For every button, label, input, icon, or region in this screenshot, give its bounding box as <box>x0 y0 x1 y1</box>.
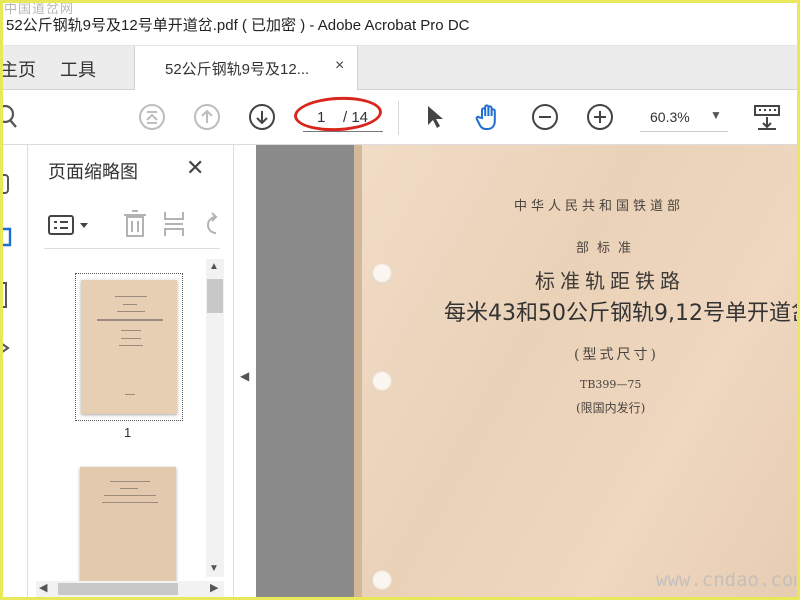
panel-title: 页面缩略图 <box>48 162 138 182</box>
window-title: 52公斤钢轨9号及12号单开道岔.pdf ( 已加密 ) - Adobe Acr… <box>6 17 470 34</box>
zoom-value: 60.3% <box>650 109 690 125</box>
toolbar-divider <box>398 101 399 135</box>
horizontal-scroll-thumb[interactable] <box>58 583 178 595</box>
search-icon[interactable] <box>0 102 24 132</box>
tab-home[interactable]: 主页 <box>0 56 36 82</box>
thumbnail-page-number: 1 <box>124 425 132 440</box>
pdf-page: 中华人民共和国铁道部 部标准 标准轨距铁路 每米43和50公斤钢轨9,12号单开… <box>354 145 800 600</box>
watermark-bottom-right: www.cndao.com <box>656 569 800 591</box>
document-viewer[interactable]: 中华人民共和国铁道部 部标准 标准轨距铁路 每米43和50公斤钢轨9,12号单开… <box>256 145 800 600</box>
first-page-icon[interactable] <box>137 102 167 132</box>
punch-hole <box>372 263 392 283</box>
doc-line-gauge: 标准轨距铁路 <box>535 269 685 293</box>
scroll-left-icon[interactable]: ◀ <box>39 581 47 594</box>
rotate-page-icon[interactable] <box>202 209 222 244</box>
prev-page-icon[interactable] <box>192 102 222 132</box>
tab-tools[interactable]: 工具 <box>60 56 96 82</box>
title-bar: 52公斤钢轨9号及12号单开道岔.pdf ( 已加密 ) - Adobe Acr… <box>0 0 800 46</box>
thumbnail-horizontal-scrollbar[interactable]: ◀ ▶ <box>36 581 224 597</box>
close-panel-icon[interactable]: ✕ <box>186 155 204 181</box>
thumbnail-toolbar <box>44 203 220 249</box>
next-page-icon[interactable] <box>247 102 277 132</box>
doc-title: 每米43和50公斤钢轨9,12号单开道岔 <box>444 301 800 326</box>
zoom-dropdown[interactable]: 60.3% ▼ <box>640 108 728 132</box>
doc-code: TB399—75 <box>580 378 642 391</box>
thumbnail-page-2[interactable] <box>80 467 176 585</box>
delete-page-icon[interactable] <box>122 209 148 244</box>
close-tab-icon[interactable]: × <box>335 57 344 75</box>
page-edge <box>354 145 362 600</box>
navigation-icons[interactable] <box>0 145 28 405</box>
punch-hole <box>372 570 392 590</box>
left-navigation-strip <box>0 145 28 600</box>
zoom-out-icon[interactable] <box>530 102 560 132</box>
hand-tool-icon[interactable] <box>474 102 504 132</box>
page-thumbnails-panel: 页面缩略图 ✕ 1 ▲ ▼ ◀ ▶ <box>28 145 234 600</box>
scroll-thumb[interactable] <box>207 279 223 313</box>
doc-line-standard: 部标准 <box>576 241 640 256</box>
doc-line-ministry: 中华人民共和国铁道部 <box>514 199 685 214</box>
select-arrow-icon[interactable] <box>420 102 450 132</box>
toolbar: 1 / 14 60.3% ▼ <box>0 90 800 145</box>
tab-document[interactable]: 52公斤钢轨9号及12... × <box>134 46 358 90</box>
thumbnail-image-1 <box>81 280 177 414</box>
doc-subtitle: (型式尺寸) <box>574 347 659 363</box>
panel-splitter[interactable]: ◀ <box>234 145 256 600</box>
tab-document-label: 52公斤钢轨9号及12... <box>165 61 310 78</box>
scroll-right-icon[interactable]: ▶ <box>210 581 218 594</box>
scroll-up-icon[interactable]: ▲ <box>209 261 219 272</box>
punch-hole <box>372 371 392 391</box>
thumbnail-vertical-scrollbar[interactable]: ▲ ▼ <box>206 259 224 577</box>
watermark-top-left: 中国道岔网 <box>4 2 75 17</box>
doc-distribution: (限国内发行) <box>576 401 646 415</box>
page-display-icon[interactable] <box>752 102 782 132</box>
chevron-down-icon: ▼ <box>710 108 722 122</box>
tab-bar: 主页 工具 52公斤钢轨9号及12... × <box>0 46 800 90</box>
extract-page-icon[interactable] <box>162 209 188 244</box>
zoom-in-icon[interactable] <box>585 102 615 132</box>
scroll-down-icon[interactable]: ▼ <box>209 563 219 574</box>
thumbnail-page-1[interactable] <box>75 273 183 421</box>
options-menu-icon[interactable] <box>46 211 92 239</box>
collapse-panel-icon[interactable]: ◀ <box>240 369 249 383</box>
